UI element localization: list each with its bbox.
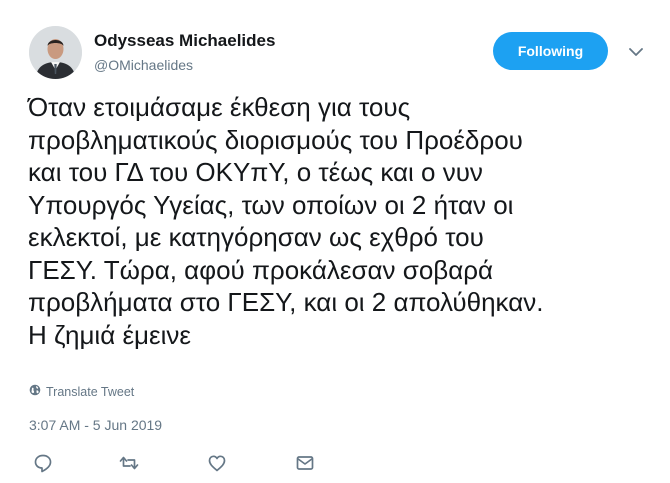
retweet-icon[interactable] — [118, 452, 140, 474]
following-button[interactable]: Following — [493, 32, 608, 70]
reply-icon[interactable] — [32, 452, 54, 474]
user-handle[interactable]: @OMichaelides — [94, 57, 193, 73]
tweet-text: Όταν ετοιμάσαμε έκθεση για τους προβλημα… — [28, 91, 648, 351]
chevron-down-icon[interactable] — [626, 42, 646, 62]
tweet-line: Η ζημιά έμεινε — [28, 319, 191, 350]
envelope-icon[interactable] — [294, 452, 316, 474]
tweet-line: εκλεκτοί, με κατηγόρησαν ως εχθρό του — [28, 222, 484, 252]
user-name[interactable]: Odysseas Michaelides — [94, 31, 275, 51]
translate-tweet-link[interactable]: Translate Tweet — [29, 384, 134, 399]
tweet-line: και του ΓΔ του ΟΚΥπΥ, ο τέως και ο νυν — [28, 157, 483, 187]
tweet-line: προβλήματα στο ΓΕΣΥ, και οι 2 απολύθηκαν… — [28, 287, 544, 317]
translate-label: Translate Tweet — [46, 384, 135, 399]
tweet-line: Υπουργός Υγείας, των οποίων οι 2 ήταν οι — [28, 189, 514, 220]
heart-icon[interactable] — [206, 452, 228, 474]
tweet-line: ΓΕΣΥ. Τώρα, αφού προκάλεσαν σοβαρά — [28, 254, 494, 285]
tweet-line: Όταν ετοιμάσαμε έκθεση για τους — [28, 92, 411, 122]
avatar[interactable] — [29, 26, 82, 79]
globe-icon — [29, 384, 41, 399]
tweet-actions — [32, 452, 332, 474]
tweet-line: προβληματικούς διορισμούς του Προέδρου — [28, 124, 523, 155]
tweet-timestamp[interactable]: 3:07 AM - 5 Jun 2019 — [29, 417, 162, 433]
